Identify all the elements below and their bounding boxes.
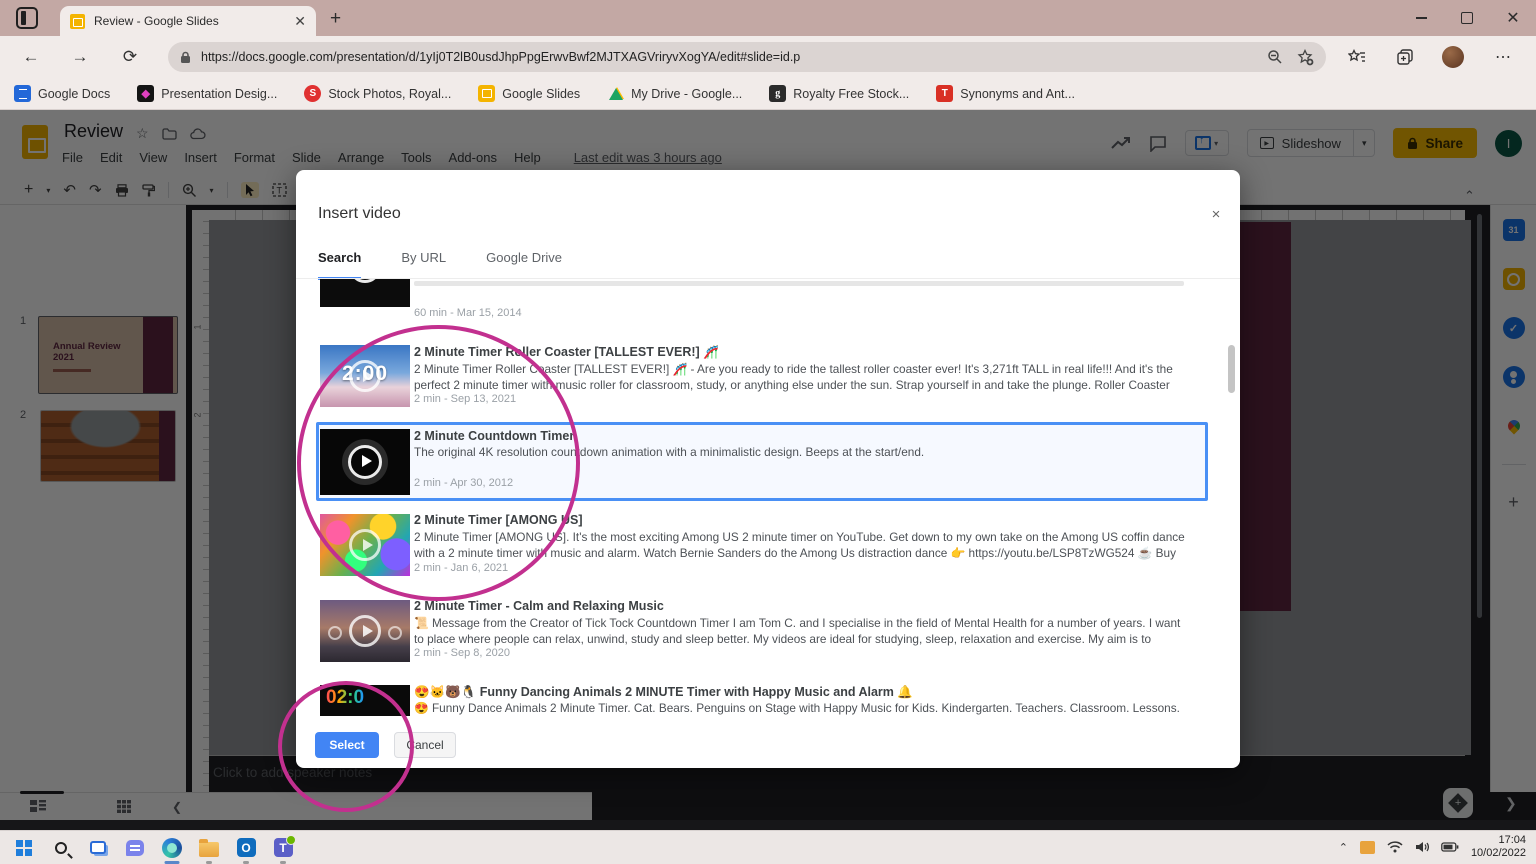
tab-by-url[interactable]: By URL: [401, 250, 446, 280]
slides-favicon-icon: [70, 13, 85, 29]
bookmark-royalty-free-stock[interactable]: g Royalty Free Stock...: [769, 85, 909, 102]
task-view-icon[interactable]: [86, 836, 110, 860]
battery-icon[interactable]: [1441, 842, 1459, 852]
url-text: https://docs.google.com/presentation/d/1…: [201, 50, 801, 64]
clock-time: 17:04: [1498, 834, 1526, 846]
bookmarks-bar: Google Docs ◆ Presentation Desig... S Stoc…: [0, 78, 1536, 110]
play-icon: [349, 615, 381, 647]
video-thumbnail: [320, 279, 410, 307]
favorite-star-icon[interactable]: [1297, 48, 1314, 66]
lock-icon: [180, 51, 191, 64]
taskbar-search-icon[interactable]: [49, 836, 73, 860]
presentation-design-icon: ◆: [137, 85, 155, 102]
tray-mail-icon[interactable]: [1359, 840, 1375, 854]
edge-icon[interactable]: [160, 836, 184, 864]
video-description: 📜 Message from the Creator of Tick Tock …: [414, 616, 1181, 648]
video-description: 😍 Funny Dance Animals 2 Minute Timer. Ca…: [414, 701, 1180, 715]
browser-menu-icon[interactable]: ⋯: [1492, 46, 1514, 68]
video-title: 2 Minute Timer - Calm and Relaxing Music: [414, 599, 664, 613]
forward-button[interactable]: →: [68, 45, 92, 69]
file-explorer-icon[interactable]: [197, 836, 221, 864]
annotation-circle-video-list: [297, 325, 580, 601]
zoom-out-icon[interactable]: [1267, 49, 1283, 65]
dialog-scrollbar[interactable]: [1228, 345, 1235, 393]
screen: Review - Google Slides ✕ + ✕ ← → ⟳ https…: [0, 0, 1536, 864]
wifi-icon[interactable]: [1387, 841, 1403, 853]
browser-tab[interactable]: Review - Google Slides ✕: [60, 6, 316, 36]
tab-search[interactable]: Search: [318, 250, 362, 280]
bookmark-stock-photos[interactable]: S Stock Photos, Royal...: [304, 85, 451, 102]
dialog-title: Insert video: [318, 205, 401, 222]
video-thumbnail: [320, 600, 410, 662]
stock-photos-icon: S: [304, 85, 322, 102]
video-meta: 2 min - Sep 8, 2020: [414, 647, 511, 659]
tab-actions-icon[interactable]: [16, 7, 38, 29]
browser-profile-avatar[interactable]: [1442, 46, 1464, 68]
dialog-close-icon[interactable]: ×: [1206, 206, 1226, 223]
tray-overflow-chevron-icon[interactable]: ⌃: [1339, 841, 1348, 854]
address-bar[interactable]: https://docs.google.com/presentation/d/1…: [168, 42, 1326, 72]
tab-google-drive[interactable]: Google Drive: [486, 250, 562, 280]
favorites-bar-icon[interactable]: [1346, 46, 1368, 68]
volume-icon[interactable]: [1415, 841, 1429, 853]
annotation-circle-select-button: [278, 681, 414, 812]
bookmark-synonyms[interactable]: T Synonyms and Ant...: [936, 85, 1075, 102]
window-close-button[interactable]: ✕: [1490, 0, 1536, 36]
dialog-tabs: Search By URL Google Drive: [318, 250, 562, 280]
window-controls: ✕: [1398, 0, 1536, 36]
window-minimize-button[interactable]: [1398, 0, 1444, 36]
windows-taskbar: O T: [0, 830, 1536, 864]
outlook-icon[interactable]: O: [234, 836, 258, 864]
teams-chat-icon[interactable]: [123, 836, 147, 860]
royalty-free-stock-icon: g: [769, 85, 787, 102]
play-icon: [349, 279, 381, 283]
back-button[interactable]: ←: [19, 45, 43, 69]
refresh-button[interactable]: ⟳: [118, 45, 142, 69]
synonyms-icon: T: [936, 85, 954, 102]
browser-titlebar: Review - Google Slides ✕ + ✕: [0, 0, 1536, 36]
bookmark-google-slides[interactable]: Google Slides: [478, 85, 580, 102]
system-tray: ⌃ 17:04 10/02/2022: [1339, 830, 1526, 864]
video-title: 😍🐱🐻🐧 Funny Dancing Animals 2 MINUTE Time…: [414, 685, 913, 699]
new-tab-button[interactable]: +: [330, 8, 341, 30]
window-maximize-button[interactable]: [1444, 0, 1490, 36]
google-drive-icon: [607, 85, 624, 102]
tab-close-icon[interactable]: ✕: [294, 13, 306, 30]
google-docs-icon: [14, 85, 31, 102]
clock-date: 10/02/2022: [1470, 847, 1526, 859]
clipped-text-line: [414, 281, 1184, 286]
teams-icon[interactable]: T: [271, 835, 296, 864]
bookmark-presentation-design[interactable]: ◆ Presentation Desig...: [137, 85, 277, 102]
collections-icon[interactable]: [1394, 46, 1416, 68]
google-slides-icon: [478, 85, 496, 102]
bookmark-my-drive[interactable]: My Drive - Google...: [607, 85, 742, 102]
bookmark-google-docs[interactable]: Google Docs: [14, 85, 110, 102]
video-meta: 60 min - Mar 15, 2014: [414, 307, 522, 319]
tab-title: Review - Google Slides: [94, 14, 219, 28]
taskbar-clock[interactable]: 17:04 10/02/2022: [1471, 834, 1526, 860]
browser-toolbar: ← → ⟳ https://docs.google.com/presentati…: [0, 36, 1536, 78]
start-button[interactable]: [12, 836, 36, 860]
